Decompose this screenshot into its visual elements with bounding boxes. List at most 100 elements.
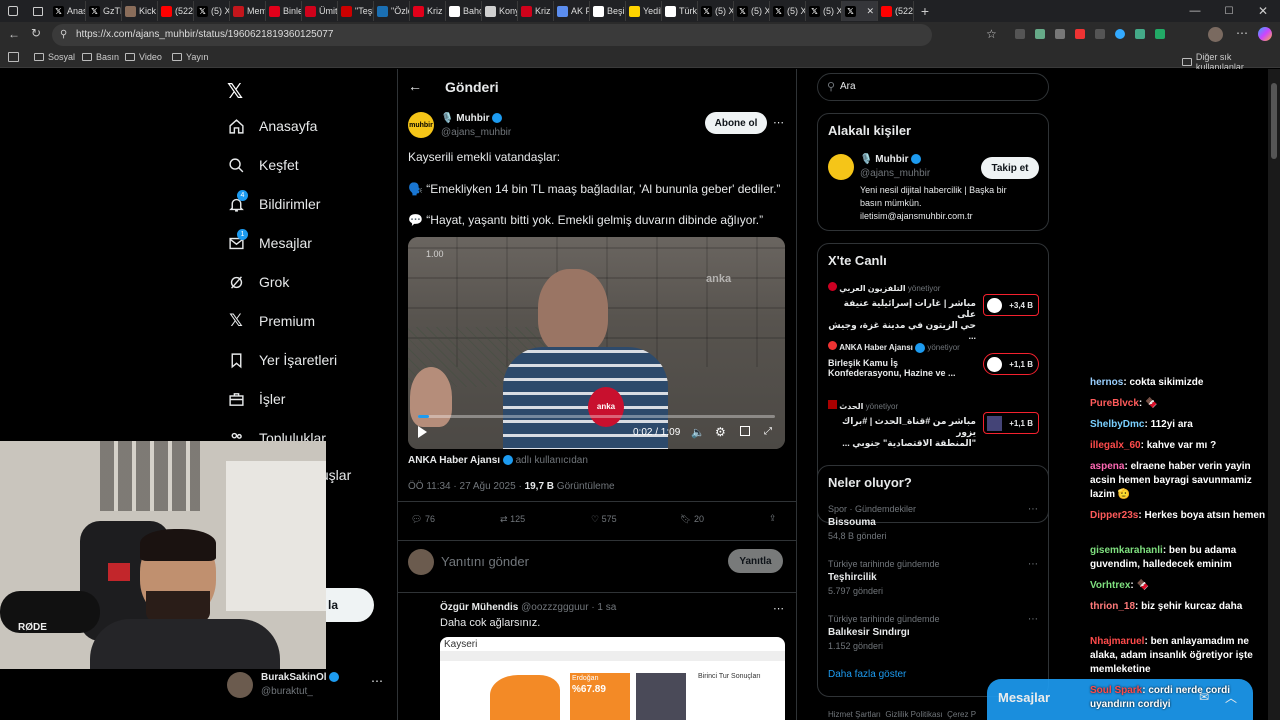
back-icon[interactable]: ← xyxy=(8,27,20,41)
tab-label: Konya xyxy=(499,6,517,16)
live-item[interactable]: التلفزيون العربي yönetiyor مباشر | غارات… xyxy=(828,282,1040,341)
sidebar-item-home[interactable]: Anasayfa xyxy=(227,117,317,135)
favorite-star-icon[interactable]: ☆ xyxy=(986,27,997,41)
reply-divider xyxy=(397,592,796,593)
youtube-icon xyxy=(881,5,892,17)
subscribe-button[interactable]: Abone ol xyxy=(705,112,767,134)
reply-image[interactable]: Kayseri Erdoğan %67.89 Birinci Tur Sonuç… xyxy=(440,637,785,720)
close-window-icon[interactable]: ✕ xyxy=(1246,4,1280,18)
sidebar-item-explore[interactable]: Keşfet xyxy=(227,156,299,174)
browser-tab[interactable]: Kriz di xyxy=(518,1,554,21)
profile-avatar[interactable] xyxy=(1208,27,1223,42)
trend-item[interactable]: Türkiye tarihinde gündemde Teşhircilik 5… xyxy=(828,559,1040,596)
bookmark-folder-video[interactable]: Video xyxy=(125,52,162,62)
browser-tab[interactable]: Binler xyxy=(266,1,302,21)
browser-tab[interactable]: "Teşhi xyxy=(338,1,374,21)
x-logo-icon[interactable]: 𝕏 xyxy=(227,79,243,104)
browser-tab[interactable]: (522) xyxy=(158,1,194,21)
browser-tab[interactable]: 𝕏 ✕ xyxy=(842,1,878,21)
browser-tab[interactable]: Türkiy xyxy=(662,1,698,21)
refresh-icon[interactable]: ↻ xyxy=(31,26,41,40)
search-input[interactable]: ⚲ Ara xyxy=(817,73,1049,101)
browser-menu-icon[interactable] xyxy=(0,1,26,21)
back-arrow-icon[interactable]: ← xyxy=(408,78,422,94)
chat-username: hernos xyxy=(1090,377,1124,388)
related-avatar[interactable] xyxy=(828,154,854,180)
browser-tab[interactable]: Konya xyxy=(482,1,518,21)
browser-tab[interactable]: Yedik xyxy=(626,1,662,21)
sidebar-item-bookmarks[interactable]: Yer İşaretleri xyxy=(227,351,337,369)
repost-button[interactable]: ⇄ 125 xyxy=(500,514,525,525)
x-icon: 𝕏 xyxy=(701,5,712,17)
bookmark-folder-yayin[interactable]: Yayın xyxy=(172,52,208,62)
maximize-icon[interactable]: ☐ xyxy=(1212,6,1246,17)
live-item[interactable]: ANKA Haber Ajansı yönetiyor Birleşik Kam… xyxy=(828,341,1040,391)
browser-tab[interactable]: Ümit xyxy=(302,1,338,21)
extensions-area[interactable] xyxy=(1015,29,1165,39)
page-scrollbar[interactable] xyxy=(1268,69,1280,720)
speech-icon: 🗣️ xyxy=(408,182,423,196)
playback-speed[interactable]: 1.00 xyxy=(426,249,444,259)
sidebar-item-notifications[interactable]: 4 Bildirimler xyxy=(227,190,320,213)
trend-item[interactable]: Spor · Gündemdekiler Bissouma 54,8 B gön… xyxy=(828,504,1040,541)
browser-tab[interactable]: Memu xyxy=(230,1,266,21)
post-more-icon[interactable]: ⋯ xyxy=(773,116,784,129)
play-icon[interactable] xyxy=(418,426,427,438)
tab-actions-icon[interactable] xyxy=(26,1,50,21)
browser-tab[interactable]: 𝕏(5) X'i xyxy=(806,1,842,21)
volume-icon[interactable]: 🔈 xyxy=(691,426,705,439)
bookmark-folder-sosyal[interactable]: Sosyal xyxy=(34,52,75,62)
follow-button[interactable]: Takip et xyxy=(981,157,1039,179)
trend-item[interactable]: Türkiye tarihinde gündemde Balıkesir Sın… xyxy=(828,614,1040,651)
like-button[interactable]: ♡ 575 xyxy=(591,514,617,525)
browser-tab[interactable]: Kriz w xyxy=(410,1,446,21)
browser-tab[interactable]: 𝕏GzTKb xyxy=(86,1,122,21)
browser-tab[interactable]: Beşikt xyxy=(590,1,626,21)
reply-input[interactable]: Yanıtını gönder xyxy=(441,554,529,569)
browser-tab[interactable]: Kick Li xyxy=(122,1,158,21)
popout-icon[interactable] xyxy=(740,426,750,436)
video-player[interactable]: anka anka 1.00 0:02 / 1:09 🔈 ⚙ ⤢ xyxy=(408,237,785,449)
new-tab-button[interactable]: + xyxy=(914,3,936,19)
show-more-link[interactable]: Daha fazla göster xyxy=(828,669,906,680)
minimize-icon[interactable]: — xyxy=(1178,5,1212,17)
sidebar-item-premium[interactable]: 𝕏 Premium xyxy=(227,311,315,330)
browser-tab[interactable]: Bahçe xyxy=(446,1,482,21)
bookmark-folder-basin[interactable]: Basın xyxy=(82,52,119,62)
live-item[interactable]: الحدث yönetiyor مباشر من #قناة_الحدث | #… xyxy=(828,400,1040,450)
related-name[interactable]: 🎙️ Muhbir xyxy=(860,154,922,165)
settings-gear-icon[interactable]: ⚙ xyxy=(715,425,726,439)
sidebar-item-jobs[interactable]: İşler xyxy=(227,390,285,408)
browser-tab[interactable]: 𝕏Anasa xyxy=(50,1,86,21)
footer-links[interactable]: Hizmet Şartları Gizlilik Politikası Çere… xyxy=(828,710,976,719)
news-icon xyxy=(341,5,352,17)
browser-tab[interactable]: 𝕏(5) X'i xyxy=(698,1,734,21)
bookmark-button[interactable]: 🔖︎ 20 xyxy=(680,514,704,525)
browser-tab[interactable]: 𝕏(5) X'i xyxy=(770,1,806,21)
browser-tab[interactable]: 𝕏(5) X'i xyxy=(734,1,770,21)
browser-tab[interactable]: "Özle xyxy=(374,1,410,21)
sidebar-item-grok[interactable]: Grok xyxy=(227,273,289,291)
author-name[interactable]: 🎙️ Muhbir xyxy=(441,113,503,124)
share-icon[interactable]: ⇪ xyxy=(769,513,777,524)
sidebar-item-messages[interactable]: 1 Mesajlar xyxy=(227,229,312,252)
url-input[interactable]: ⚲ https://x.com/ajans_muhbir/status/1960… xyxy=(52,24,932,46)
reply-button[interactable]: 💬︎ 76 xyxy=(411,514,435,525)
reply-more-icon[interactable]: ⋯ xyxy=(773,602,784,615)
reply-name[interactable]: Özgür Mühendis @oozzzggguur · 1 sa xyxy=(440,602,616,613)
more-menu-icon[interactable]: ⋯ xyxy=(1236,26,1248,40)
browser-tab[interactable]: (522) xyxy=(878,1,914,21)
account-switcher[interactable]: BurakSakinOl @buraktut_ ⋯ xyxy=(227,670,387,702)
video-source[interactable]: ANKA Haber Ajansı adlı kullanıcıdan xyxy=(408,455,588,466)
browser-tab[interactable]: 𝕏(5) X'i xyxy=(194,1,230,21)
account-more-icon[interactable]: ⋯ xyxy=(371,674,383,688)
browser-tab[interactable]: AK Pa xyxy=(554,1,590,21)
copilot-icon[interactable] xyxy=(1258,27,1272,41)
fullscreen-icon[interactable]: ⤢ xyxy=(764,426,772,437)
video-progress-track[interactable] xyxy=(418,415,775,418)
site-info-icon[interactable]: ⚲ xyxy=(60,24,67,46)
reply-submit-button[interactable]: Yanıtla xyxy=(728,549,783,573)
author-avatar[interactable]: muhbir xyxy=(408,112,434,138)
bookmarks-icon[interactable] xyxy=(8,52,19,62)
close-tab-icon[interactable]: ✕ xyxy=(866,6,874,17)
